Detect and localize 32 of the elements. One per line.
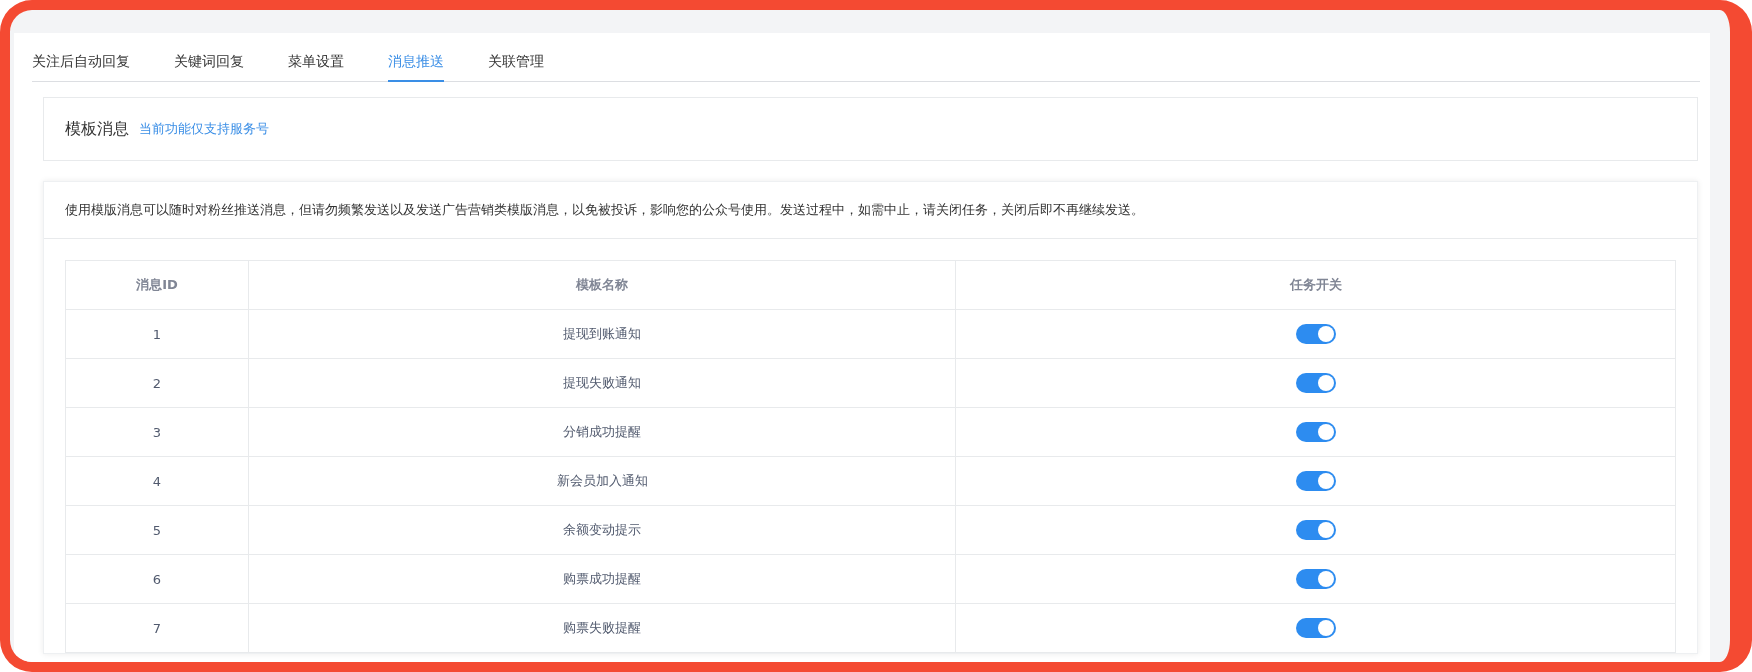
toggle-switch[interactable] [1295,471,1336,491]
toggle-switch[interactable] [1295,422,1336,442]
table-cell: 提现到账通知 [248,309,956,359]
tab[interactable]: 关注后自动回复 [32,33,130,82]
table-cell: 5 [65,505,249,555]
table-cell: 1 [65,309,249,359]
section-title: 模板消息 [65,118,129,140]
toggle-switch[interactable] [1295,618,1336,638]
table-cell: 6 [65,554,249,604]
table-cell: 余额变动提示 [248,505,956,555]
table-cell: 4 [65,456,249,506]
table-cell: 购票失败提醒 [248,603,956,653]
tab[interactable]: 菜单设置 [288,33,344,82]
toggle-switch[interactable] [1295,520,1336,540]
column-header: 任务开关 [955,260,1676,310]
column-header: 模板名称 [248,260,956,310]
tab[interactable]: 消息推送 [388,33,444,82]
table-cell: 7 [65,603,249,653]
table-cell: 新会员加入通知 [248,456,956,506]
table-cell: 提现失败通知 [248,358,956,408]
tab[interactable]: 关联管理 [488,33,544,82]
notice-text: 使用模版消息可以随时对粉丝推送消息，但请勿频繁发送以及发送广告营销类模版消息，以免被投诉，影响您的公众号使用。发送过程中，如需中止，请关闭任务，关闭后即不再继续发送。 [44,182,1697,239]
table-cell: 3 [65,407,249,457]
support-note: 当前功能仅支持服务号 [139,120,269,138]
column-header: 消息ID [65,260,249,310]
tab[interactable]: 关键词回复 [174,33,244,82]
toggle-switch[interactable] [1295,324,1336,344]
toggle-switch[interactable] [1295,373,1336,393]
table-cell: 2 [65,358,249,408]
toggle-switch[interactable] [1295,569,1336,589]
table-cell: 分销成功提醒 [248,407,956,457]
table-cell: 购票成功提醒 [248,554,956,604]
